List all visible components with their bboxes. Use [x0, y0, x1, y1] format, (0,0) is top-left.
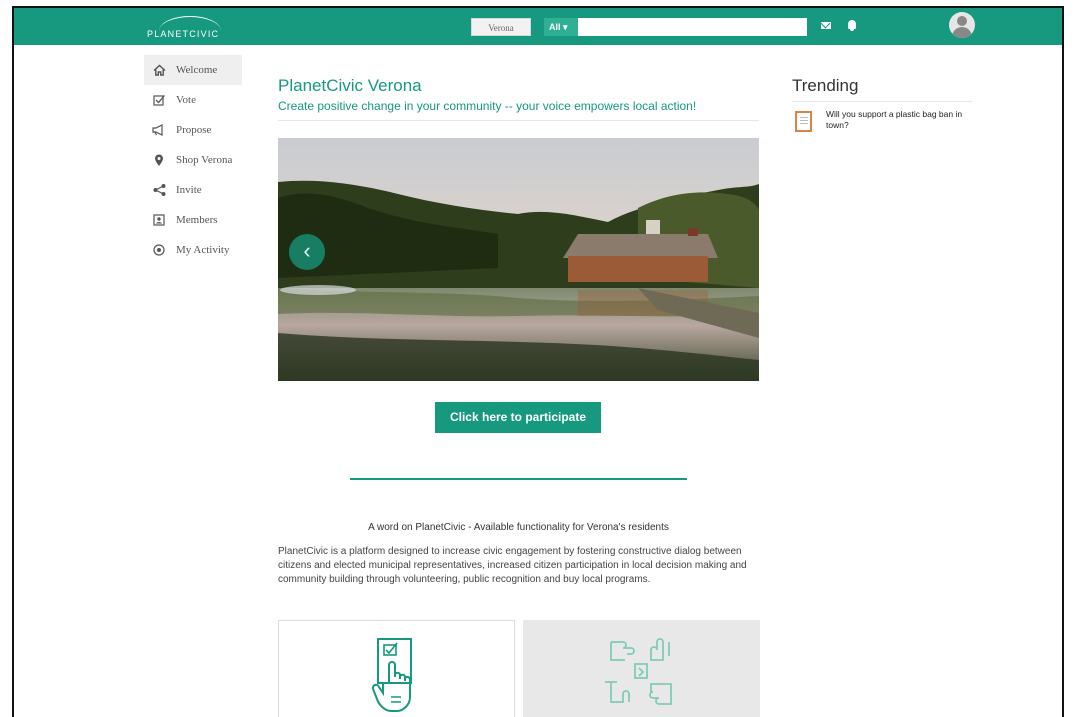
map-pin-icon: [152, 153, 166, 167]
sidebar-item-label: Welcome: [176, 64, 218, 76]
avatar-head: [957, 16, 967, 26]
browser-frame: PLANETCIVIC Verona All ▾ Welcome Vote Pr…: [12, 6, 1064, 717]
sidebar-item-label: Propose: [176, 124, 212, 136]
sidebar-item-label: My Activity: [176, 244, 230, 256]
sidebar-item-label: Vote: [176, 94, 196, 106]
sidebar-item-members[interactable]: Members: [144, 205, 242, 235]
sidebar-item-label: Members: [176, 214, 218, 226]
top-navigation-bar: PLANETCIVIC Verona All ▾: [14, 8, 1062, 45]
trending-item-text: Will you support a plastic bag ban in to…: [826, 109, 963, 130]
search-input[interactable]: [578, 18, 807, 36]
section-heading: A word on PlanetCivic - Available functi…: [368, 522, 669, 533]
sidebar-nav: Welcome Vote Propose Shop Verona Invite: [144, 55, 242, 265]
ballot-hand-icon: [371, 638, 412, 712]
sidebar-item-invite[interactable]: Invite: [144, 175, 242, 205]
page-title: PlanetCivic Verona: [278, 76, 422, 95]
notification-bell-icon[interactable]: [848, 20, 856, 31]
home-icon: [152, 63, 166, 77]
hero-image-lake: [278, 138, 759, 381]
sidebar-item-propose[interactable]: Propose: [144, 115, 242, 145]
sidebar-item-my-activity[interactable]: My Activity: [144, 235, 242, 265]
search-scope-dropdown[interactable]: All ▾: [544, 18, 578, 36]
poll-document-icon: [795, 111, 812, 132]
hero-carousel[interactable]: ‹: [278, 138, 759, 381]
activity-icon: [152, 243, 166, 257]
trending-divider: [792, 101, 972, 102]
mail-icon[interactable]: [821, 22, 831, 29]
hands-teamwork-icon: [605, 638, 672, 705]
megaphone-icon: [152, 123, 166, 137]
feature-card-volunteer[interactable]: [523, 620, 760, 717]
feature-card-vote[interactable]: [278, 620, 515, 717]
sidebar-item-welcome[interactable]: Welcome: [144, 55, 242, 85]
user-avatar[interactable]: [949, 12, 975, 38]
planetcivic-logo[interactable]: PLANETCIVIC: [147, 14, 237, 40]
location-selector[interactable]: Verona: [471, 18, 531, 36]
section-divider: [350, 478, 687, 480]
avatar-body: [952, 27, 972, 38]
sidebar-item-label: Invite: [176, 184, 202, 196]
participate-button[interactable]: Click here to participate: [435, 402, 601, 433]
main-content: PlanetCivic Verona Create positive chang…: [278, 76, 760, 717]
sidebar-item-shop-verona[interactable]: Shop Verona: [144, 145, 242, 175]
sidebar-item-vote[interactable]: Vote: [144, 85, 242, 115]
section-body: PlanetCivic is a platform designed to in…: [278, 546, 747, 585]
checkbox-icon: [152, 93, 166, 107]
page-subtitle: Create positive change in your community…: [278, 99, 697, 113]
share-icon: [152, 183, 166, 197]
member-card-icon: [152, 213, 166, 227]
title-divider: [278, 120, 759, 121]
trending-heading: Trending: [792, 76, 859, 95]
carousel-prev-button[interactable]: ‹: [289, 234, 325, 270]
logo-text: PLANETCIVIC: [147, 29, 220, 39]
sidebar-item-label: Shop Verona: [176, 154, 233, 166]
